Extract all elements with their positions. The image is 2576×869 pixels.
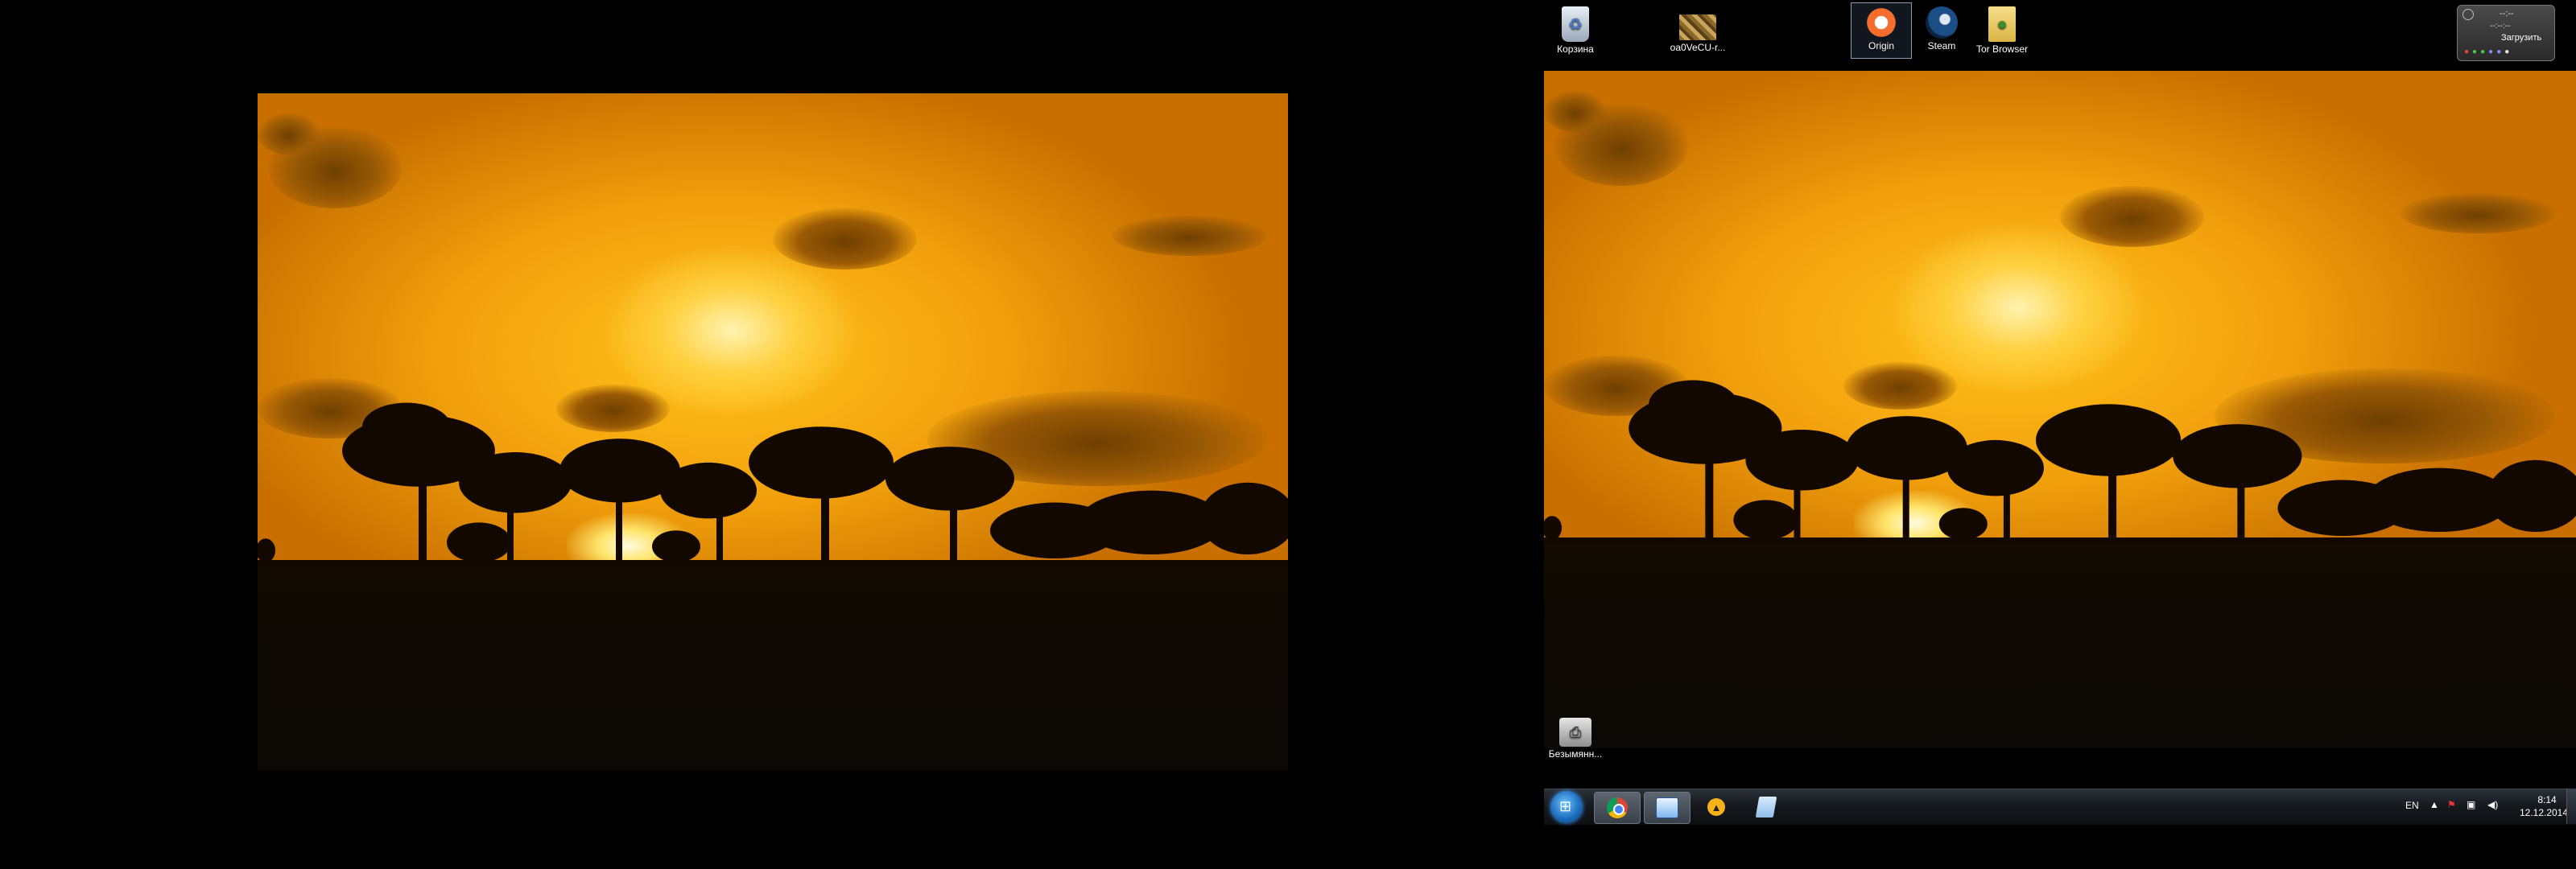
volume-icon[interactable]: ◀) — [2487, 799, 2498, 810]
ground — [258, 567, 1288, 771]
windows-logo-icon: ⊞ — [1559, 798, 1572, 814]
action-center-flag-icon[interactable]: ⚑ — [2447, 799, 2456, 810]
gadget-load-button[interactable]: Загрузить — [2501, 33, 2541, 43]
left-wallpaper — [258, 93, 1288, 771]
image-file-icon — [1679, 14, 1716, 40]
gadget-small-text: --:--:-- — [2490, 22, 2511, 31]
desktop-gadget[interactable]: --:-- --:--:-- Загрузить ●●●●●● — [2457, 5, 2555, 61]
recycle-bin-icon: ♻ — [1562, 6, 1589, 42]
gadget-time: --:-- — [2500, 9, 2514, 19]
taskbar-notepad[interactable] — [1744, 792, 1789, 822]
ground — [1544, 545, 2576, 748]
show-hidden-icons-arrow[interactable]: ▲ — [2429, 799, 2439, 810]
origin-icon — [1865, 6, 1897, 39]
start-button[interactable]: ⊞ — [1550, 791, 1583, 823]
clock-time[interactable]: 8:14 — [2523, 794, 2571, 805]
show-desktop-button[interactable] — [2566, 789, 2576, 824]
icon-label: Origin — [1868, 40, 1894, 51]
icon-label: Корзина — [1557, 43, 1594, 55]
chrome-icon — [1607, 797, 1628, 818]
tree-silhouettes — [258, 402, 1288, 575]
taskbar-monitor-app[interactable] — [1644, 792, 1690, 824]
monitor-app-icon — [1656, 797, 1678, 818]
desktop-icon-steam[interactable]: Steam — [1912, 3, 1971, 51]
icon-label: Безымянн... — [1548, 748, 1603, 760]
taskbar: ⊞ ▲ EN ▲ ⚑ ▣ ◀) 8:14 12.12.2014 — [1544, 789, 2576, 825]
taskbar-chrome[interactable] — [1594, 792, 1641, 824]
printer-icon: ⎙ — [1559, 718, 1591, 747]
tree-silhouettes — [1544, 380, 2576, 552]
notepad-icon — [1755, 797, 1777, 818]
desktop-icon-printer[interactable]: ⎙ Безымянн... — [1546, 715, 1605, 760]
clock-date[interactable]: 12.12.2014 — [2515, 807, 2573, 818]
desktop-icon-recycle-bin[interactable]: ♻ Корзина — [1546, 3, 1605, 55]
aimp-icon: ▲ — [1707, 798, 1725, 816]
tor-browser-icon: ● — [1988, 6, 2016, 42]
icon-label: Tor Browser — [1975, 43, 2028, 55]
network-icon[interactable]: ▣ — [2467, 799, 2475, 810]
gadget-status-dots: ●●●●●● — [2464, 47, 2513, 56]
steam-icon — [1926, 6, 1958, 39]
gadget-settings-icon[interactable] — [2462, 9, 2474, 20]
taskbar-aimp[interactable]: ▲ — [1694, 792, 1739, 822]
icon-label: Steam — [1927, 40, 1956, 51]
desktop-icon-origin[interactable]: Origin — [1851, 2, 1912, 59]
right-wallpaper — [1544, 71, 2576, 748]
desktop-icon-image-file[interactable]: oa0VeCU-r... — [1668, 3, 1728, 53]
desktop-icon-tor-browser[interactable]: ● Tor Browser — [1972, 3, 2032, 55]
language-indicator[interactable]: EN — [2405, 800, 2419, 811]
icon-label: oa0VeCU-r... — [1670, 42, 1726, 53]
